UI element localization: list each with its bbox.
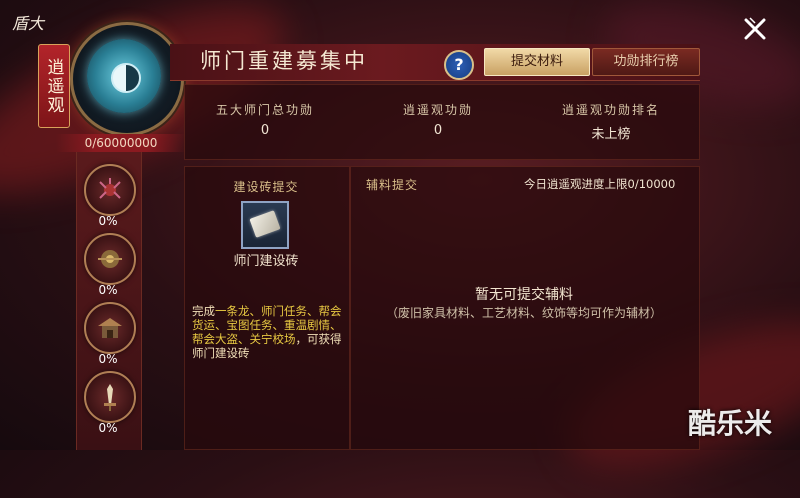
- aux-daily-limit: 今日逍遥观进度上限0/10000: [524, 177, 676, 191]
- side-item-4[interactable]: 0%: [82, 371, 136, 437]
- sword-icon: [84, 371, 136, 423]
- tab-merit-ranking[interactable]: 功勋排行榜: [592, 48, 700, 76]
- game-logo: 盾大: [12, 14, 45, 33]
- side-item-percent: 0%: [98, 214, 118, 228]
- stat-value: 未上榜: [591, 127, 631, 142]
- side-item-percent: 0%: [98, 352, 118, 366]
- aux-empty-title: 暂无可提交辅料: [475, 287, 573, 303]
- brick-source-description: 完成一条龙、师门任务、帮会货运、宝图任务、重温剧情、帮会大盗、关宁校场，可获得师…: [192, 304, 344, 360]
- spider-emblem-icon: [84, 164, 136, 216]
- tab-submit-materials[interactable]: 提交材料: [484, 48, 590, 76]
- stat-value: 0: [260, 123, 270, 138]
- pavilion-icon: [84, 302, 136, 354]
- aux-empty-subtitle: （废旧家具材料、工艺材料、纹饰等均可作为辅材）: [385, 306, 662, 320]
- side-item-3[interactable]: 0%: [82, 302, 136, 368]
- yin-yang-icon: [111, 63, 141, 93]
- side-item-2[interactable]: 0%: [82, 233, 136, 299]
- stat-label: 逍遥观功勋: [402, 103, 473, 117]
- stat-label: 五大师门总功勋: [215, 103, 314, 117]
- stat-label: 逍遥观功勋排名: [561, 103, 660, 117]
- desc-highlight: 一条龙、师门任务、: [215, 304, 319, 318]
- side-item-percent: 0%: [98, 283, 118, 297]
- page-title: 师门重建募集中: [200, 49, 368, 73]
- desc-prefix: 完成: [192, 304, 215, 318]
- brick-icon: [249, 210, 281, 238]
- close-icon[interactable]: [742, 16, 768, 42]
- watermark-logo: 酷乐米: [688, 407, 773, 440]
- side-item-1[interactable]: 0%: [82, 164, 136, 230]
- sect-progress: 0/60000000: [56, 134, 186, 152]
- sect-emblem[interactable]: [70, 22, 184, 136]
- lion-bell-icon: [84, 233, 136, 285]
- stats-panel: 五大师门总功勋 0 逍遥观功勋 0 逍遥观功勋排名 未上榜: [184, 84, 700, 160]
- help-button[interactable]: ?: [444, 50, 474, 80]
- brick-item-slot[interactable]: [241, 201, 289, 249]
- brick-item-name: 师门建设砖: [233, 254, 299, 269]
- sect-emblem-badge: [87, 39, 161, 113]
- desc-highlight: 校场: [272, 332, 296, 346]
- brick-panel-heading: 建设砖提交: [233, 180, 299, 194]
- aux-panel-heading: 辅料提交: [366, 178, 419, 192]
- sect-name-tag: 逍遥观: [38, 44, 70, 128]
- side-item-percent: 0%: [98, 421, 118, 435]
- stat-value: 0: [433, 123, 443, 138]
